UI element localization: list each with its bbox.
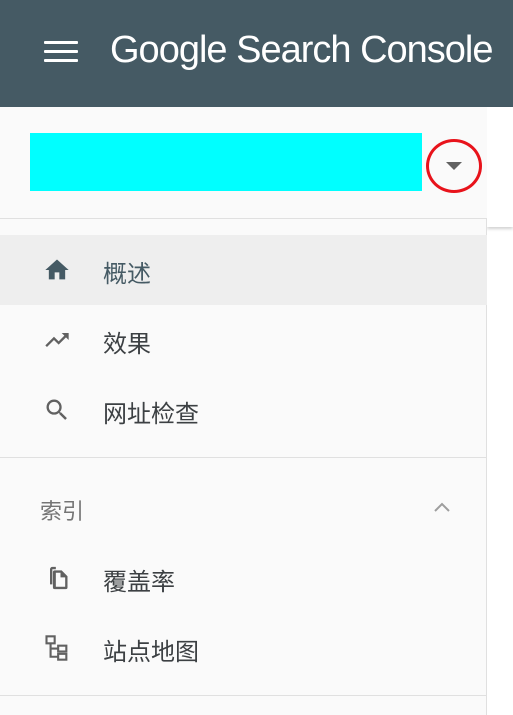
app-title-brand: Google (110, 29, 228, 71)
sidebar: 概述 效果 网址检查 索引 覆盖率 站点地图 (0, 107, 487, 715)
sitemap-icon (45, 635, 68, 661)
nav-item-label: 概述 (103, 260, 151, 288)
nav-item-performance[interactable]: 效果 (0, 305, 487, 375)
section-title: 索引 (40, 500, 85, 525)
app-header: Google Search Console (0, 0, 513, 107)
nav-item-label: 效果 (103, 330, 151, 358)
section-header-index[interactable]: 索引 (0, 472, 487, 542)
content-panel-edge (487, 107, 513, 227)
copy-pages-icon (50, 566, 68, 590)
hamburger-menu-icon[interactable] (44, 41, 78, 63)
nav-item-overview[interactable]: 概述 (0, 235, 487, 305)
chevron-up-icon (434, 502, 450, 512)
divider (0, 695, 487, 696)
trending-up-icon (45, 333, 69, 347)
divider (0, 457, 487, 458)
property-selector[interactable] (0, 107, 487, 219)
caret-down-icon (446, 162, 462, 170)
nav-item-label: 覆盖率 (103, 568, 175, 596)
search-icon (46, 399, 67, 420)
app-title-product: Search Console (226, 29, 493, 71)
property-dropdown-button[interactable] (426, 139, 482, 193)
nav-item-label: 站点地图 (103, 638, 199, 666)
property-name-redacted (30, 133, 422, 191)
nav-item-sitemaps[interactable]: 站点地图 (0, 613, 487, 683)
nav-item-coverage[interactable]: 覆盖率 (0, 543, 487, 613)
app-title[interactable]: Google Search Console (110, 29, 493, 72)
nav-item-label: 网址检查 (103, 400, 199, 428)
nav-item-url-inspection[interactable]: 网址检查 (0, 375, 487, 445)
home-icon (45, 259, 69, 280)
